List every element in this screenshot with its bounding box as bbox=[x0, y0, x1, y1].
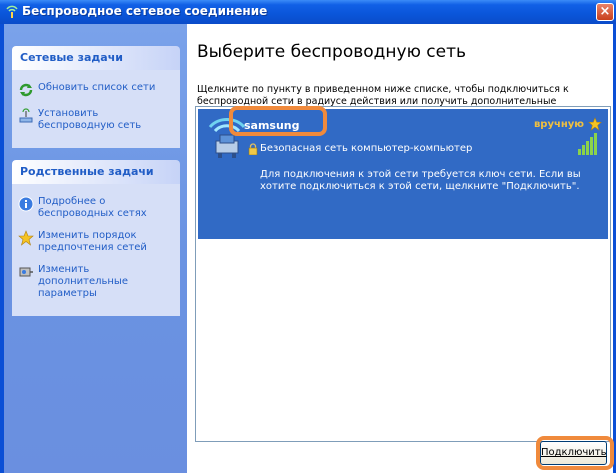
change-advanced-settings-link[interactable]: Изменить дополнительные параметры bbox=[18, 264, 176, 300]
network-list[interactable]: samsung вручную Безопасная сеть компьюте… bbox=[195, 106, 611, 442]
main-panel: Выберите беспроводную сеть Щелкните по п… bbox=[187, 24, 613, 473]
close-button[interactable]: × bbox=[596, 3, 614, 21]
network-security: Безопасная сеть компьютер-компьютер bbox=[260, 143, 473, 154]
title-bar[interactable]: Беспроводное сетевое соединение × bbox=[0, 0, 616, 24]
change-advanced-settings-label: Изменить дополнительные параметры bbox=[38, 264, 128, 299]
refresh-network-list-label: Обновить список сети bbox=[38, 82, 156, 93]
close-icon: × bbox=[599, 4, 611, 19]
window-title: Беспроводное сетевое соединение bbox=[22, 4, 268, 18]
star-icon bbox=[588, 117, 602, 131]
lock-icon bbox=[248, 143, 258, 155]
network-tasks-group: Сетевые задачи Обновить список сети Уста… bbox=[12, 46, 180, 148]
setup-wireless-network-link[interactable]: Установить беспроводную сеть bbox=[18, 108, 176, 132]
refresh-network-list-link[interactable]: Обновить список сети bbox=[18, 82, 176, 98]
page-title: Выберите беспроводную сеть bbox=[197, 42, 467, 62]
network-mode: вручную bbox=[533, 119, 584, 130]
settings-icon bbox=[19, 267, 33, 277]
network-info: Для подключения к этой сети требуется кл… bbox=[260, 169, 581, 192]
wireless-network-icon bbox=[6, 5, 18, 18]
connect-highlight-outline bbox=[536, 436, 614, 470]
related-tasks-body: Подробнее о беспроводных сетях Изменить … bbox=[12, 184, 180, 316]
star-icon bbox=[18, 230, 34, 246]
learn-wireless-link[interactable]: Подробнее о беспроводных сетях bbox=[18, 196, 176, 220]
learn-wireless-label: Подробнее о беспроводных сетях bbox=[38, 196, 147, 219]
setup-wireless-network-label: Установить беспроводную сеть bbox=[38, 108, 142, 131]
refresh-icon bbox=[19, 83, 33, 97]
task-pane: Сетевые задачи Обновить список сети Уста… bbox=[4, 24, 187, 473]
samsung-highlight-outline bbox=[229, 106, 327, 136]
change-preferred-order-link[interactable]: Изменить порядок предпочтения сетей bbox=[18, 230, 176, 254]
change-preferred-order-label: Изменить порядок предпочтения сетей bbox=[38, 230, 147, 253]
info-icon bbox=[18, 196, 34, 212]
wireless-connection-window: Беспроводное сетевое соединение × Сетевы… bbox=[0, 0, 616, 473]
related-tasks-header[interactable]: Родственные задачи bbox=[12, 160, 180, 184]
network-tasks-body: Обновить список сети Установить беспрово… bbox=[12, 70, 180, 148]
signal-strength-icon bbox=[578, 133, 597, 155]
wireless-setup-icon bbox=[19, 108, 33, 123]
network-tasks-header[interactable]: Сетевые задачи bbox=[12, 46, 180, 70]
related-tasks-group: Родственные задачи Подробнее о беспровод… bbox=[12, 160, 180, 316]
